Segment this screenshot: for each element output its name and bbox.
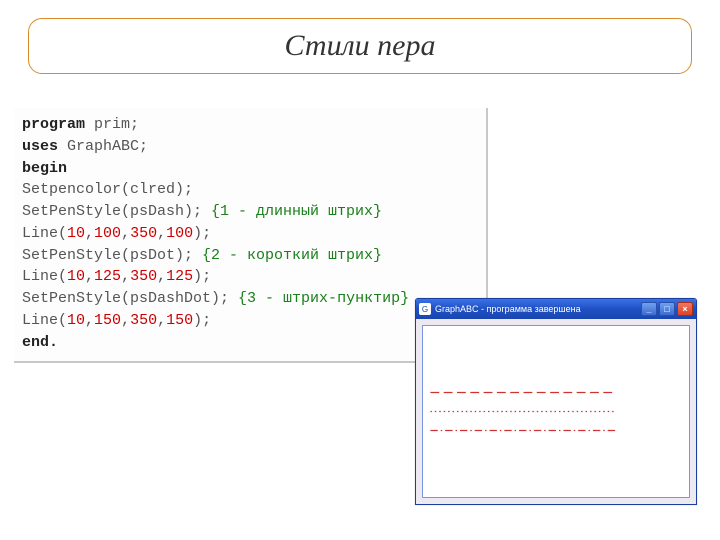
code-text: ); <box>193 312 211 329</box>
window-title: GraphABC - программа завершена <box>435 304 641 314</box>
code-text: Setpencolor(clred); <box>22 181 193 198</box>
code-text: SetPenStyle(psDash); <box>22 203 211 220</box>
code-num: 150 <box>94 312 121 329</box>
code-num: 10 <box>67 312 85 329</box>
code-text: GraphABC; <box>58 138 148 155</box>
code-text: SetPenStyle(psDot); <box>22 247 202 264</box>
code-kw: uses <box>22 138 58 155</box>
code-comment: {2 - короткий штрих} <box>202 247 382 264</box>
code-text: prim; <box>85 116 139 133</box>
code-text: ); <box>193 225 211 242</box>
graphics-canvas <box>422 325 690 498</box>
output-window: G GraphABC - программа завершена _ □ × <box>415 298 697 505</box>
code-num: 10 <box>67 225 85 242</box>
window-titlebar[interactable]: G GraphABC - программа завершена _ □ × <box>416 299 696 319</box>
code-text: Line( <box>22 225 67 242</box>
code-num: 100 <box>166 225 193 242</box>
minimize-button[interactable]: _ <box>641 302 657 316</box>
code-kw: end. <box>22 334 58 351</box>
slide-title-box: Стили пера <box>28 18 692 74</box>
code-kw: program <box>22 116 85 133</box>
code-text: SetPenStyle(psDashDot); <box>22 290 238 307</box>
app-icon: G <box>419 303 431 315</box>
code-num: 10 <box>67 268 85 285</box>
maximize-button[interactable]: □ <box>659 302 675 316</box>
slide-title: Стили пера <box>285 29 436 63</box>
code-num: 350 <box>130 312 157 329</box>
close-button[interactable]: × <box>677 302 693 316</box>
code-text: Line( <box>22 268 67 285</box>
code-num: 150 <box>166 312 193 329</box>
code-num: 350 <box>130 225 157 242</box>
code-kw: begin <box>22 160 67 177</box>
code-text: ); <box>193 268 211 285</box>
code-num: 100 <box>94 225 121 242</box>
code-num: 125 <box>166 268 193 285</box>
code-text: Line( <box>22 312 67 329</box>
code-comment: {3 - штрих-пунктир} <box>238 290 409 307</box>
code-num: 125 <box>94 268 121 285</box>
code-num: 350 <box>130 268 157 285</box>
code-comment: {1 - длинный штрих} <box>211 203 382 220</box>
